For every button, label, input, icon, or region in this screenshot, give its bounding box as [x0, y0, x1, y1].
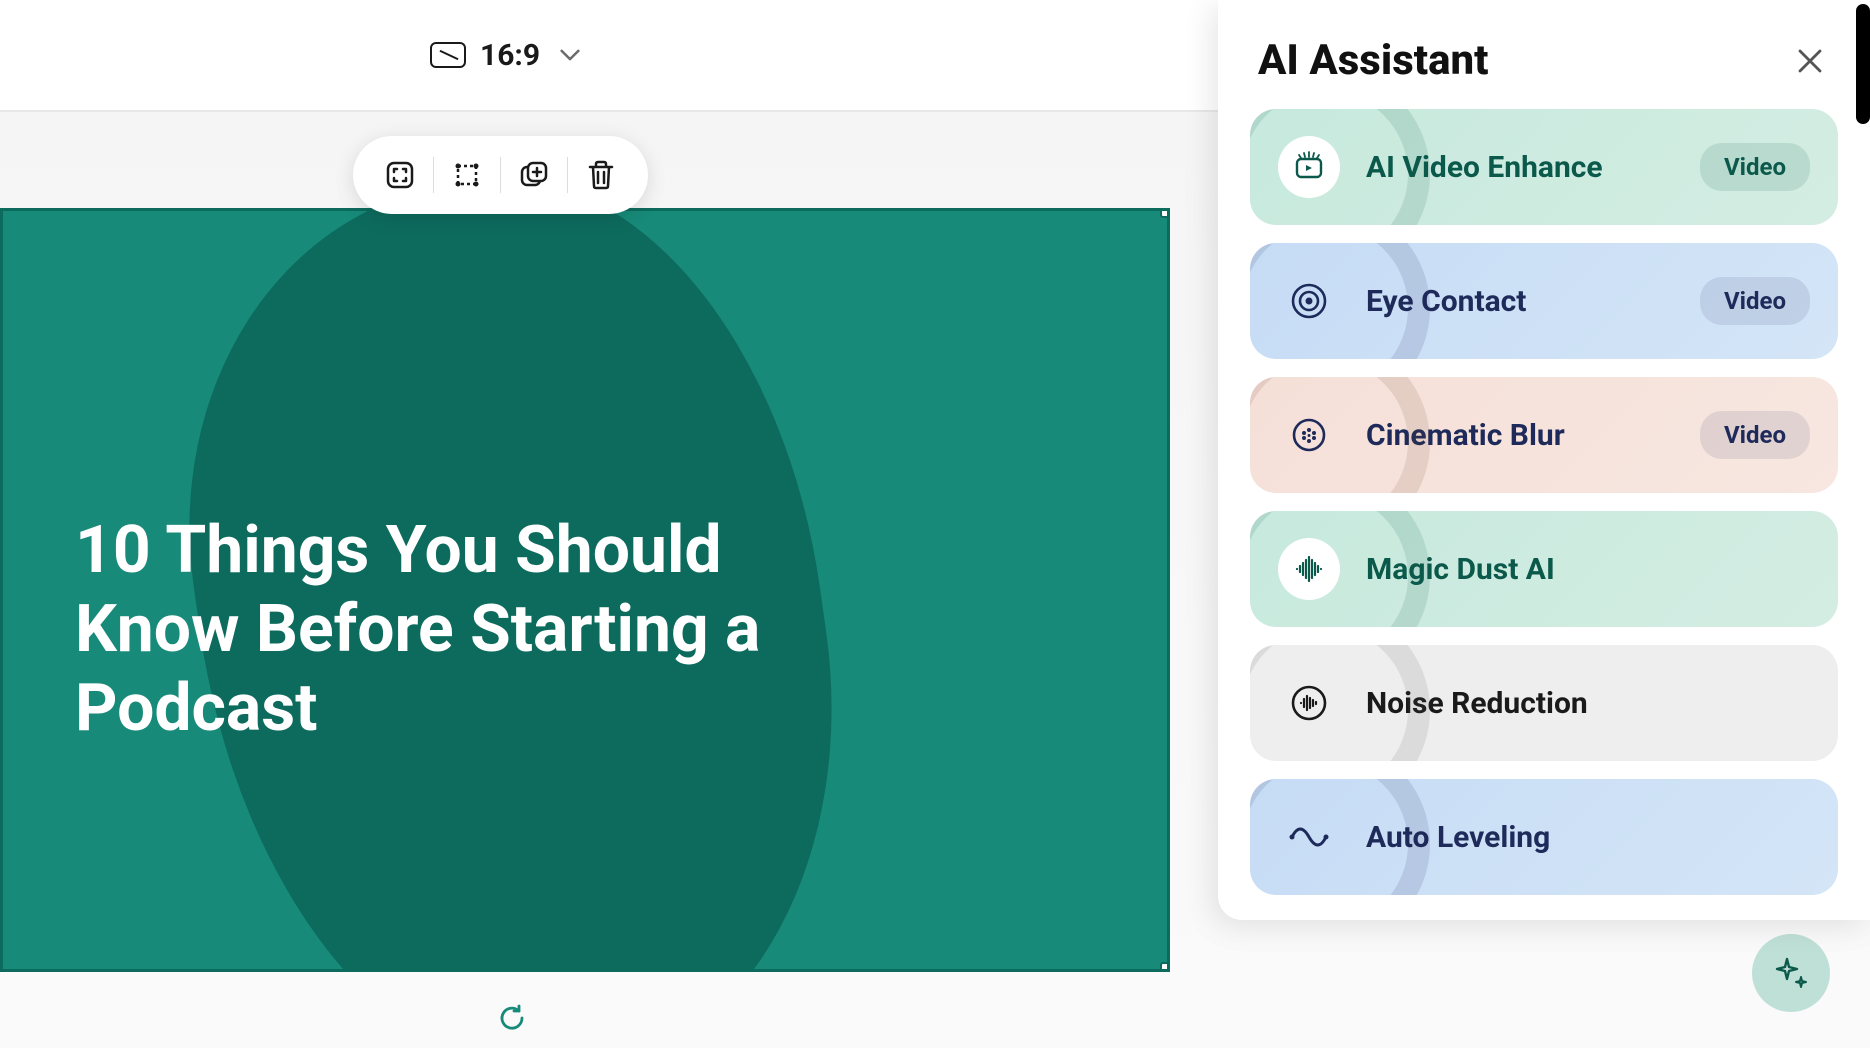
scrollbar-track[interactable]	[1856, 0, 1870, 1048]
crop-icon	[451, 159, 483, 191]
ai-assistant-panel: AI Assistant AI Video Enhance Video	[1218, 0, 1870, 920]
sparkle-icon	[1771, 953, 1811, 993]
ai-panel-header: AI Assistant	[1218, 0, 1870, 103]
ai-panel-title: AI Assistant	[1258, 36, 1488, 85]
fullscreen-icon	[384, 159, 416, 191]
ai-option-label: Eye Contact	[1366, 284, 1700, 319]
refresh-icon	[497, 1003, 527, 1033]
ai-option-label: Noise Reduction	[1366, 686, 1810, 721]
delete-button[interactable]	[574, 148, 628, 202]
crop-button[interactable]	[440, 148, 494, 202]
aspect-ratio-icon	[430, 42, 466, 68]
trash-icon	[586, 159, 616, 191]
aspect-ratio-label: 16:9	[480, 38, 540, 73]
refresh-button[interactable]	[494, 1000, 530, 1036]
toolbar-divider	[567, 157, 568, 193]
toolbar-divider	[500, 157, 501, 193]
video-enhance-icon	[1278, 136, 1340, 198]
ai-sparkle-fab[interactable]	[1752, 934, 1830, 1012]
ai-option-label: Magic Dust AI	[1366, 552, 1810, 587]
duplicate-icon	[518, 159, 550, 191]
ai-option-badge: Video	[1700, 143, 1810, 191]
ai-option-auto-leveling[interactable]: Auto Leveling	[1250, 779, 1838, 895]
aspect-ratio-selector[interactable]: 16:9	[430, 38, 580, 73]
ai-option-badge: Video	[1700, 411, 1810, 459]
ai-option-magic-dust[interactable]: Magic Dust AI	[1250, 511, 1838, 627]
audio-bars-icon	[1278, 672, 1340, 734]
aperture-icon	[1278, 404, 1340, 466]
resize-handle-top-right[interactable]	[1160, 208, 1170, 218]
eye-icon	[1278, 270, 1340, 332]
ai-option-eye-contact[interactable]: Eye Contact Video	[1250, 243, 1838, 359]
fullscreen-button[interactable]	[373, 148, 427, 202]
video-preview[interactable]: 10 Things You Should Know Before Startin…	[0, 208, 1170, 972]
ai-option-cinematic-blur[interactable]: Cinematic Blur Video	[1250, 377, 1838, 493]
ai-options-list: AI Video Enhance Video Eye Contact Video	[1218, 103, 1870, 915]
preview-title-text: 10 Things You Should Know Before Startin…	[75, 511, 867, 749]
wave-sine-icon	[1278, 806, 1340, 868]
close-icon	[1796, 47, 1824, 75]
ai-option-badge: Video	[1700, 277, 1810, 325]
duplicate-button[interactable]	[507, 148, 561, 202]
ai-option-label: AI Video Enhance	[1366, 150, 1700, 185]
close-button[interactable]	[1790, 41, 1830, 81]
resize-handle-bottom-right[interactable]	[1160, 962, 1170, 972]
ai-option-label: Auto Leveling	[1366, 820, 1810, 855]
ai-option-label: Cinematic Blur	[1366, 418, 1700, 453]
scrollbar-thumb[interactable]	[1856, 4, 1870, 124]
chevron-down-icon	[560, 49, 580, 61]
floating-toolbar	[353, 136, 648, 214]
toolbar-divider	[433, 157, 434, 193]
ai-option-video-enhance[interactable]: AI Video Enhance Video	[1250, 109, 1838, 225]
ai-option-noise-reduction[interactable]: Noise Reduction	[1250, 645, 1838, 761]
waveform-icon	[1278, 538, 1340, 600]
